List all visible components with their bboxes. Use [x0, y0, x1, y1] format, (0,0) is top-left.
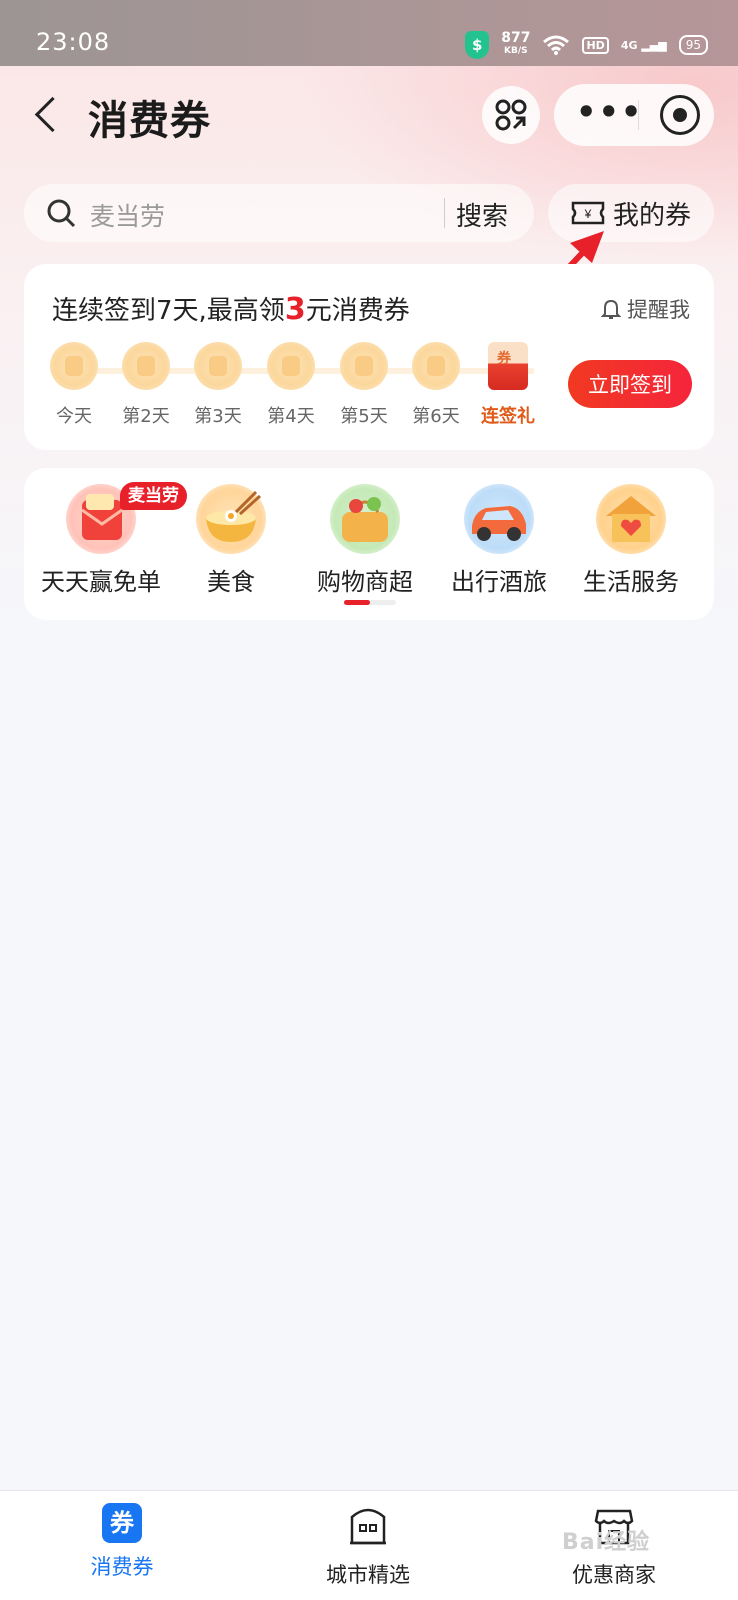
remind-me-button[interactable]: 提醒我 — [601, 294, 690, 324]
checkin-now-button[interactable]: 立即签到 — [568, 360, 692, 408]
house-heart-icon — [596, 484, 666, 554]
status-time: 23:08 — [36, 28, 111, 56]
noodle-bowl-icon — [196, 484, 266, 554]
scan-button[interactable] — [482, 86, 540, 144]
checkin-day-label: 第4天 — [267, 406, 315, 427]
my-coupons-label: 我的券 — [612, 200, 691, 231]
coupon-icon: 券 — [102, 1503, 142, 1543]
bell-icon — [601, 299, 621, 319]
category-label: 美食 — [207, 568, 255, 596]
search-divider — [444, 198, 445, 228]
tab-label: 优惠商家 — [572, 1563, 656, 1587]
checkin-day: 今天 — [39, 342, 109, 428]
wifi-icon — [543, 35, 570, 55]
gift-icon-text: 券 — [497, 351, 511, 367]
category-label: 生活服务 — [583, 568, 679, 596]
watermark: Bai经验 — [562, 1530, 651, 1555]
coin-icon — [267, 342, 315, 390]
category-item[interactable]: 生活服务 — [566, 484, 696, 597]
checkin-day: 第6天 — [401, 342, 471, 428]
coin-icon — [340, 342, 388, 390]
hd-badge: HD — [582, 36, 609, 54]
ticket-icon: ¥ — [571, 201, 605, 225]
page-title: 消费券 — [88, 98, 211, 144]
checkin-card: 连续签到7天,最高领3元消费券 提醒我 今天 第2天 第3天 第4天 第5天 第… — [24, 264, 714, 450]
checkin-day-label: 第2天 — [122, 406, 170, 427]
status-icons: $ 877 KB/S HD 4G ▂▄▆ 95 — [465, 28, 708, 62]
checkin-day: 第2天 — [111, 342, 181, 428]
coin-icon — [122, 342, 170, 390]
more-icon[interactable]: ••• — [576, 96, 643, 128]
search-icon — [47, 199, 76, 228]
category-page-indicator — [344, 600, 396, 605]
search-input[interactable]: 麦当劳 — [90, 197, 165, 233]
category-item[interactable]: 购物商超 — [300, 484, 430, 597]
checkin-day: 第5天 — [329, 342, 399, 428]
status-bar: 23:08 $ 877 KB/S HD 4G ▂▄▆ 95 — [0, 0, 738, 66]
tab-coupons[interactable]: 券 消费券 — [42, 1503, 202, 1581]
checkin-title-suffix: 元消费券 — [305, 296, 410, 326]
search-bar[interactable]: 麦当劳 搜索 — [24, 184, 534, 242]
mini-program-capsule: ••• — [554, 84, 714, 146]
net-speed-value: 877 — [501, 30, 531, 46]
category-label: 出行酒旅 — [451, 568, 547, 596]
checkin-day: 第4天 — [256, 342, 326, 428]
remind-me-label: 提醒我 — [627, 298, 690, 322]
tab-city-picks[interactable]: 城市精选 — [288, 1503, 448, 1589]
category-label: 购物商超 — [317, 568, 413, 596]
net-speed-unit: KB/S — [504, 46, 528, 56]
shopping-basket-icon — [330, 484, 400, 554]
checkin-day-label: 第6天 — [412, 406, 460, 427]
signal-label: 4G — [620, 38, 638, 52]
checkin-day-label: 第3天 — [194, 406, 242, 427]
category-grid: 天天赢免单 麦当劳 美食 购物商超 出行酒旅 生活服务 — [24, 468, 714, 620]
scan-icon — [495, 99, 527, 131]
building-icon — [350, 1508, 386, 1545]
security-shield-icon: $ — [465, 31, 490, 59]
car-icon — [464, 484, 534, 554]
checkin-gift-label: 连签礼 — [481, 406, 535, 427]
checkin-title: 连续签到7天,最高领3元消费券 — [52, 290, 410, 327]
checkin-day-label: 今天 — [56, 406, 92, 427]
svg-text:¥: ¥ — [584, 207, 592, 221]
battery-icon: 95 — [678, 35, 708, 55]
checkin-title-amount: 3 — [284, 292, 306, 327]
gift-coupon-icon: 券 — [488, 342, 528, 390]
back-arrow-icon[interactable] — [26, 92, 66, 136]
capsule-divider — [638, 100, 639, 130]
checkin-title-prefix: 连续签到7天,最高领 — [52, 296, 285, 326]
checkin-day: 第3天 — [183, 342, 253, 428]
search-button[interactable]: 搜索 — [456, 196, 508, 233]
tab-label: 城市精选 — [326, 1563, 410, 1587]
coin-icon — [412, 342, 460, 390]
category-label: 天天赢免单 — [41, 568, 161, 596]
signal-icon: 4G ▂▄▆ — [620, 38, 667, 52]
category-item[interactable]: 出行酒旅 — [434, 484, 564, 597]
coin-icon — [50, 342, 98, 390]
coin-with-coupon-icon — [194, 342, 242, 390]
category-item[interactable]: 美食 — [166, 484, 296, 597]
page-indicator-active — [344, 600, 370, 605]
checkin-gift: 券 连签礼 — [473, 342, 543, 428]
net-speed: 877 KB/S — [501, 30, 531, 58]
close-target-icon[interactable] — [660, 95, 700, 135]
tab-label: 消费券 — [90, 1555, 154, 1579]
checkin-day-label: 第5天 — [340, 406, 388, 427]
